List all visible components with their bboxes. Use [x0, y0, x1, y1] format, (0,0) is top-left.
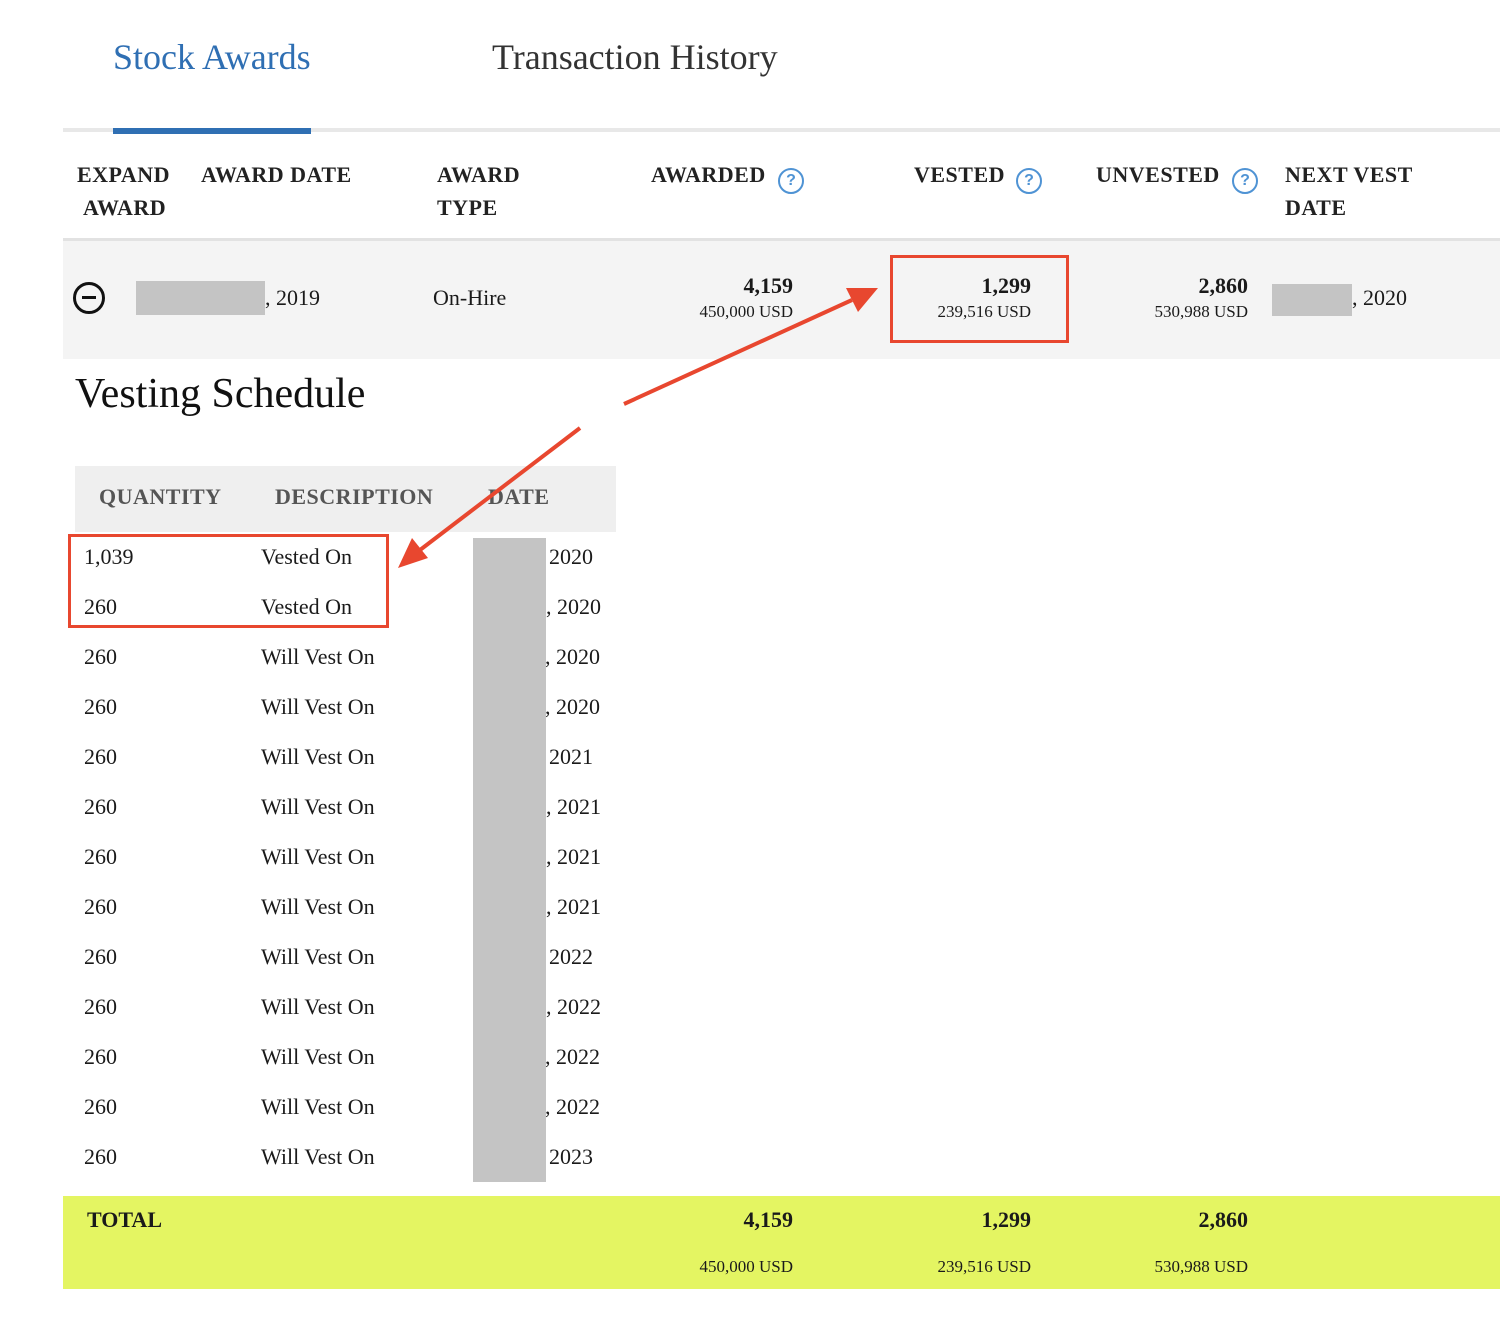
total-vested-usd: 239,516 USD	[937, 1257, 1031, 1276]
arrow-to-vested-icon	[623, 288, 878, 406]
total-label: TOTAL	[87, 1207, 162, 1232]
total-unvested-qty: 2,860	[1198, 1207, 1249, 1232]
annotation-arrows	[398, 288, 878, 568]
total-unvested-usd: 530,988 USD	[1154, 1257, 1248, 1276]
arrow-to-vested-rows-icon	[398, 426, 582, 568]
total-awarded-usd: 450,000 USD	[699, 1257, 793, 1276]
total-vested-qty: 1,299	[981, 1207, 1032, 1232]
total-awarded-qty: 4,159	[743, 1207, 794, 1232]
